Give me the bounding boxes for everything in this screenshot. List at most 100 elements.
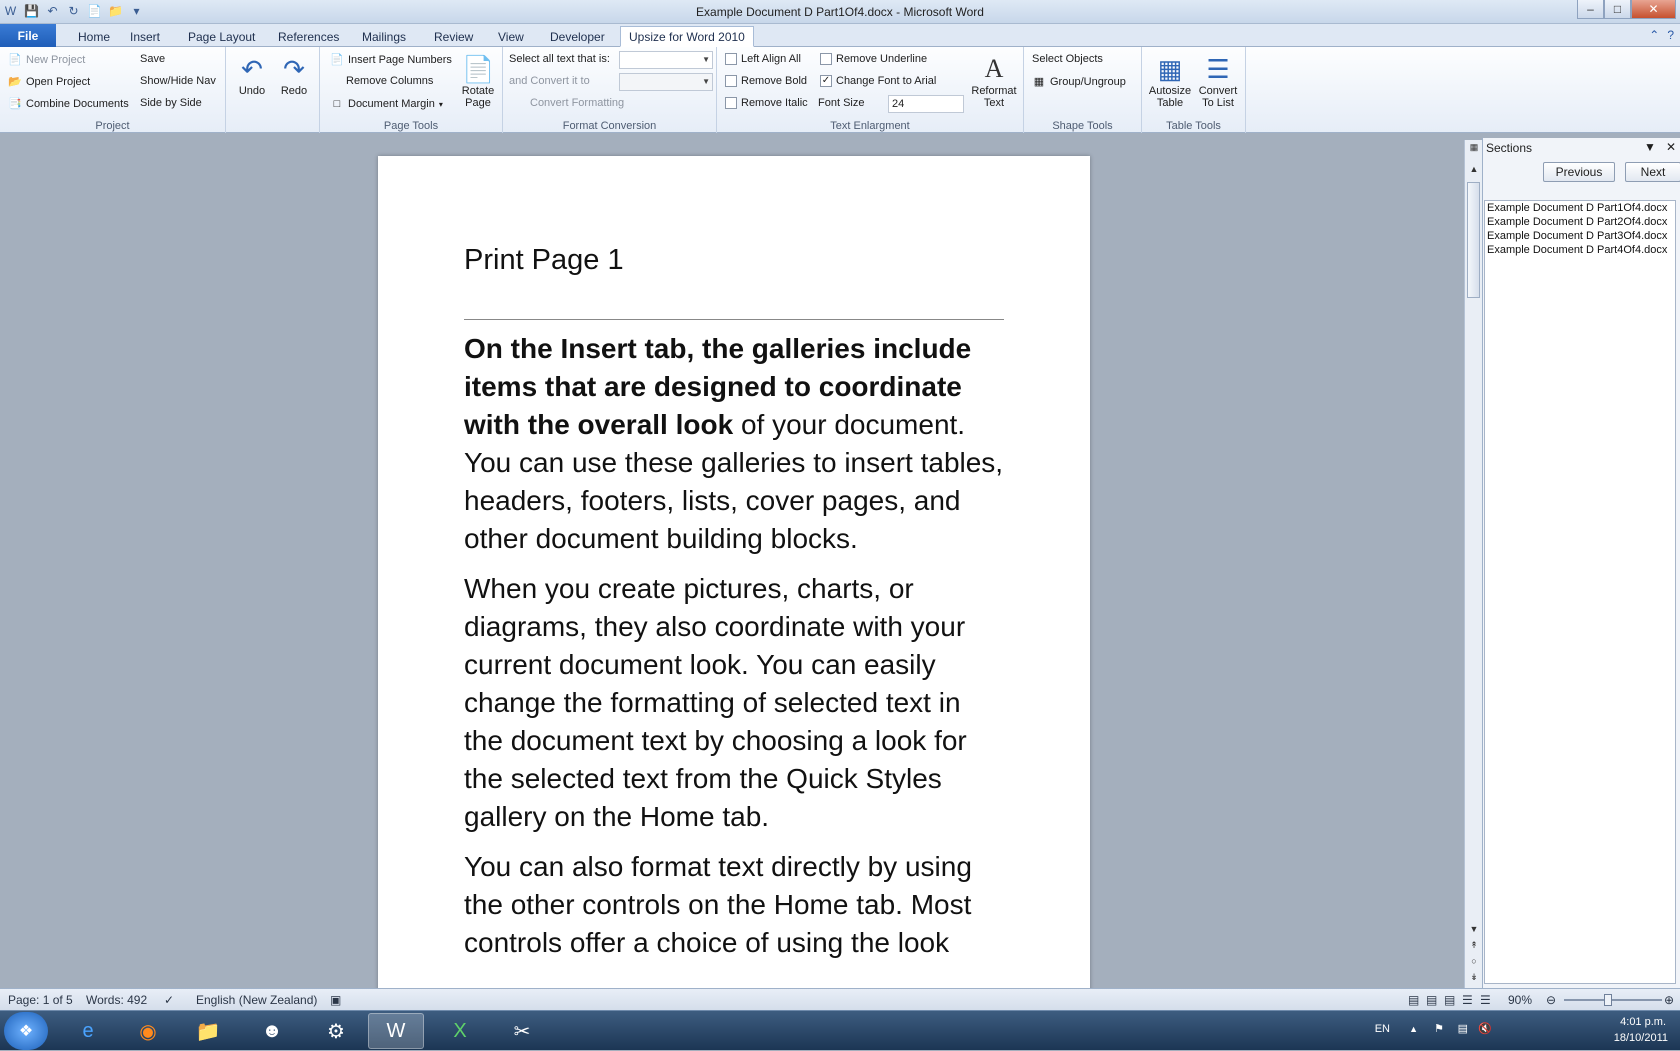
font-size-label: Font Size [818, 97, 865, 109]
show-hidden-icons-icon[interactable]: ▲ [1409, 1024, 1418, 1034]
vertical-scrollbar[interactable]: ▦ ▲ ▼ ↟ ○ ↡ [1464, 140, 1482, 988]
list-item[interactable]: Example Document D Part3Of4.docx [1485, 229, 1675, 243]
file-explorer-icon[interactable]: 📁 [180, 1013, 236, 1049]
tab-page-layout[interactable]: Page Layout [180, 26, 263, 47]
reformat-text-button[interactable]: A Reformat Text [967, 53, 1021, 109]
clock-time[interactable]: 4:01 p.m. [1566, 1016, 1666, 1028]
zoom-out-icon[interactable]: ⊖ [1546, 993, 1556, 1007]
new-project-button[interactable]: 📄 New Project [8, 53, 85, 67]
tab-review[interactable]: Review [426, 26, 481, 47]
ruler-toggle-icon[interactable]: ▦ [1465, 142, 1483, 153]
input-language[interactable]: EN [1375, 1023, 1390, 1035]
page-count[interactable]: Page: 1 of 5 [8, 993, 73, 1007]
remove-bold-checkbox[interactable]: Remove Bold [725, 75, 807, 87]
document-margin-dropdown[interactable]: □ Document Margin ▾ [330, 97, 443, 111]
next-section-button[interactable]: Next [1625, 162, 1680, 182]
language-indicator[interactable]: English (New Zealand) [196, 993, 317, 1007]
left-align-all-checkbox[interactable]: Left Align All [725, 53, 801, 65]
draft-view-icon[interactable]: ☰ [1480, 993, 1491, 1007]
network-icon[interactable]: ▤ [1458, 1022, 1468, 1035]
tab-upsize-for-word[interactable]: Upsize for Word 2010 [620, 26, 754, 47]
pane-close-icon[interactable]: ✕ [1666, 140, 1676, 154]
autosize-table-button[interactable]: ▦ Autosize Table [1146, 53, 1194, 109]
scroll-down-icon[interactable]: ▼ [1465, 924, 1483, 934]
select-objects-button[interactable]: Select Objects [1032, 53, 1103, 65]
open-project-button[interactable]: 📂 Open Project [8, 75, 90, 89]
page-numbers-icon: 📄 [330, 54, 344, 66]
font-size-input[interactable]: 24 [888, 95, 964, 113]
list-item[interactable]: Example Document D Part1Of4.docx [1485, 201, 1675, 215]
sections-list[interactable]: Example Document D Part1Of4.docx Example… [1484, 200, 1676, 984]
show-hide-nav-button[interactable]: Show/Hide Nav [140, 75, 216, 87]
convert-it-to-label: and Convert it to [509, 75, 590, 87]
tab-view[interactable]: View [490, 26, 532, 47]
full-screen-reading-icon[interactable]: ▤ [1426, 993, 1437, 1007]
document-area[interactable]: Print Page 1 On the Insert tab, the gall… [0, 134, 1464, 988]
save-project-button[interactable]: Save [140, 53, 165, 65]
internet-explorer-icon[interactable]: e [60, 1013, 116, 1049]
print-layout-view-icon[interactable]: ▤ [1408, 993, 1419, 1007]
windows-logo-icon: ❖ [18, 1023, 34, 1040]
zoom-slider[interactable] [1564, 994, 1662, 1006]
combine-documents-button[interactable]: 📑 Combine Documents [8, 97, 129, 111]
tab-insert[interactable]: Insert [122, 26, 168, 47]
macro-record-icon[interactable]: ▣ [330, 993, 341, 1007]
previous-page-icon[interactable]: ↟ [1465, 940, 1483, 951]
tab-mailings[interactable]: Mailings [354, 26, 414, 47]
pane-options-icon[interactable]: ▼ [1644, 140, 1656, 154]
zoom-level[interactable]: 90% [1508, 993, 1532, 1007]
firefox-icon[interactable]: ◉ [120, 1013, 176, 1049]
change-font-arial-checkbox[interactable]: ✓ Change Font to Arial [820, 75, 936, 87]
snipping-tool-icon[interactable]: ✂ [494, 1013, 550, 1049]
start-button[interactable]: ❖ [4, 1012, 48, 1050]
scroll-up-icon[interactable]: ▲ [1465, 164, 1483, 174]
web-layout-icon[interactable]: ▤ [1444, 993, 1455, 1007]
convert-to-list-button[interactable]: ☰ Convert To List [1194, 53, 1242, 109]
group-ungroup-button[interactable]: ▦ Group/Ungroup [1032, 75, 1126, 89]
word-count[interactable]: Words: 492 [86, 993, 147, 1007]
tab-file[interactable]: File [0, 24, 56, 47]
clock-date[interactable]: 18/10/2011 [1568, 1032, 1668, 1044]
side-by-side-button[interactable]: Side by Side [140, 97, 202, 109]
tab-developer[interactable]: Developer [542, 26, 613, 47]
list-item[interactable]: Example Document D Part4Of4.docx [1485, 243, 1675, 257]
excel-taskbar-icon[interactable]: X [432, 1013, 488, 1049]
list-icon: ☰ [1206, 54, 1230, 84]
zoom-in-icon[interactable]: ⊕ [1664, 993, 1674, 1007]
browse-object-icon[interactable]: ○ [1465, 956, 1483, 966]
close-button[interactable]: ✕ [1631, 0, 1676, 19]
undo-button[interactable]: ↶ Undo [232, 53, 272, 97]
maximize-button[interactable]: □ [1604, 0, 1631, 19]
zoom-slider-handle[interactable] [1604, 994, 1612, 1006]
remove-underline-checkbox[interactable]: Remove Underline [820, 53, 927, 65]
next-page-icon[interactable]: ↡ [1465, 972, 1483, 983]
redo-button[interactable]: ↷ Redo [274, 53, 314, 97]
tab-references[interactable]: References [270, 26, 347, 47]
list-item[interactable]: Example Document D Part2Of4.docx [1485, 215, 1675, 229]
document-body[interactable]: On the Insert tab, the galleries include… [464, 330, 1004, 974]
remove-italic-checkbox[interactable]: Remove Italic [725, 97, 808, 109]
select-all-text-label: Select all text that is: [509, 53, 610, 65]
tab-home[interactable]: Home [70, 26, 118, 47]
minimize-button[interactable]: – [1577, 0, 1604, 19]
minimize-ribbon-icon[interactable]: ⌃ [1649, 28, 1659, 42]
help-icon[interactable]: ? [1667, 28, 1674, 42]
document-page[interactable]: Print Page 1 On the Insert tab, the gall… [378, 156, 1090, 988]
rotate-page-button[interactable]: 📄 Rotate Page [456, 53, 500, 109]
proofing-icon[interactable]: ✓ [164, 993, 174, 1007]
word-taskbar-icon[interactable]: W [368, 1013, 424, 1049]
convert-formatting-button[interactable]: Convert Formatting [530, 97, 624, 109]
previous-section-button[interactable]: Previous [1543, 162, 1615, 182]
select-text-type-dropdown[interactable]: ▼ [619, 51, 713, 69]
insert-page-numbers-button[interactable]: 📄 Insert Page Numbers [330, 53, 452, 67]
margin-icon: □ [333, 98, 341, 110]
scroll-thumb[interactable] [1467, 182, 1480, 298]
action-center-flag-icon[interactable]: ⚑ [1434, 1022, 1444, 1035]
remove-columns-button[interactable]: Remove Columns [346, 75, 433, 87]
outline-view-icon[interactable]: ☰ [1462, 993, 1473, 1007]
convert-to-dropdown[interactable]: ▼ [619, 73, 713, 91]
volume-muted-icon[interactable]: 🔇 [1478, 1022, 1492, 1035]
group-label-project: Project [95, 120, 130, 132]
messenger-icon[interactable]: ☻ [244, 1013, 300, 1049]
app-icon[interactable]: ⚙ [308, 1013, 364, 1049]
